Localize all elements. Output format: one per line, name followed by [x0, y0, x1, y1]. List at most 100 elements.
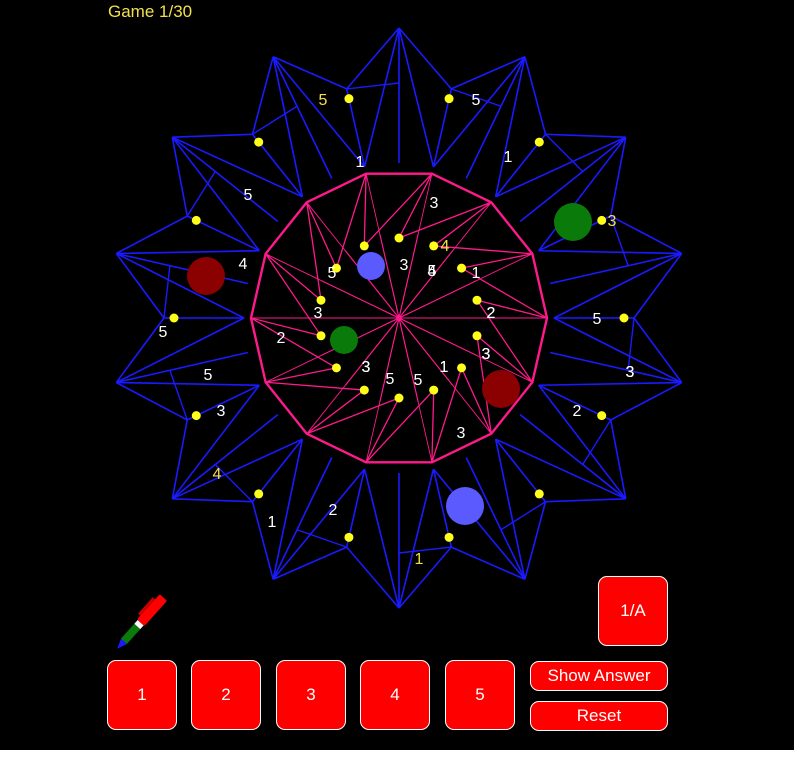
- node-dot[interactable]: [316, 295, 326, 305]
- node-dot[interactable]: [394, 393, 404, 403]
- board-label: 1: [472, 265, 481, 282]
- outer-line: [553, 317, 683, 384]
- game-counter: Game 1/30: [108, 2, 193, 21]
- node-dot[interactable]: [457, 263, 467, 273]
- node-dot[interactable]: [619, 313, 629, 323]
- board-label: 2: [329, 502, 338, 519]
- node-dot[interactable]: [254, 137, 264, 147]
- number-button-4[interactable]: 4: [360, 660, 430, 730]
- outer-line: [171, 137, 189, 217]
- outer-line: [116, 249, 260, 255]
- reset-button[interactable]: Reset: [530, 701, 668, 731]
- outer-line: [115, 317, 245, 384]
- outer-line: [545, 498, 626, 503]
- node-dot[interactable]: [457, 363, 467, 373]
- spoke-line: [398, 317, 433, 463]
- node-dot[interactable]: [472, 331, 482, 341]
- green-piece-inner[interactable]: [330, 326, 358, 354]
- outer-line: [582, 419, 612, 465]
- blue-piece-inner[interactable]: [357, 252, 385, 280]
- outer-line: [495, 438, 627, 500]
- node-dot[interactable]: [597, 411, 607, 421]
- outer-line: [450, 55, 526, 90]
- node-dot[interactable]: [344, 94, 354, 104]
- board-label: 1: [504, 149, 513, 166]
- outer-line: [524, 56, 547, 135]
- node-dot[interactable]: [254, 489, 264, 499]
- outer-line: [609, 419, 627, 499]
- board-label-yellow: 1: [415, 551, 424, 568]
- number-button-2[interactable]: 2: [191, 660, 261, 730]
- board-label: 1: [268, 514, 277, 531]
- outer-line: [553, 252, 683, 319]
- spoke-line: [365, 317, 400, 463]
- board-label: 2: [277, 330, 286, 347]
- inner-line: [365, 397, 400, 463]
- node-dot[interactable]: [472, 295, 482, 305]
- inner-line: [363, 173, 367, 246]
- board-label-yellow: 5: [319, 92, 328, 109]
- blue-piece-lower[interactable]: [446, 487, 484, 525]
- board-label: 3: [400, 257, 409, 274]
- outer-line: [115, 252, 245, 319]
- green-piece-upper-right[interactable]: [554, 203, 592, 241]
- board-label-yellow: 4: [213, 466, 222, 483]
- node-dot[interactable]: [444, 532, 454, 542]
- outer-line: [163, 265, 171, 319]
- number-button-5[interactable]: 5: [445, 660, 515, 730]
- node-dot[interactable]: [359, 385, 369, 395]
- node-dot[interactable]: [191, 215, 201, 225]
- node-dot[interactable]: [191, 411, 201, 421]
- spoke-line: [398, 253, 533, 319]
- outer-line: [272, 546, 348, 581]
- board-label: 2: [573, 403, 582, 420]
- outer-line: [538, 381, 682, 387]
- node-dot[interactable]: [534, 489, 544, 499]
- board-label-yellow: 3: [608, 213, 617, 230]
- inner-line: [431, 367, 463, 463]
- node-dot[interactable]: [429, 385, 439, 395]
- board-label: 5: [244, 187, 253, 204]
- show-answer-button[interactable]: Show Answer: [530, 661, 668, 691]
- red-piece-left[interactable]: [187, 257, 225, 295]
- node-dot[interactable]: [534, 137, 544, 147]
- board-label: 5: [159, 324, 168, 341]
- node-dot[interactable]: [597, 215, 607, 225]
- mode-toggle-button[interactable]: 1/A: [598, 576, 668, 646]
- node-dot[interactable]: [344, 532, 354, 542]
- outer-line: [172, 498, 253, 503]
- board-label: 5: [386, 371, 395, 388]
- node-dot[interactable]: [331, 363, 341, 373]
- board-label: 3: [457, 425, 466, 442]
- outer-line: [172, 133, 253, 138]
- outer-line: [115, 215, 188, 255]
- number-button-3[interactable]: 3: [276, 660, 346, 730]
- board-label: 5: [204, 367, 213, 384]
- node-dot[interactable]: [316, 331, 326, 341]
- board-label: 1: [356, 154, 365, 171]
- outer-line: [609, 137, 627, 217]
- number-button-1[interactable]: 1: [107, 660, 177, 730]
- outer-line: [610, 381, 683, 421]
- board-label-yellow: 4: [441, 238, 450, 255]
- node-dot[interactable]: [429, 241, 439, 251]
- inner-line: [265, 253, 322, 301]
- inner-line: [431, 390, 435, 463]
- spoke-line: [365, 173, 400, 319]
- red-piece-right[interactable]: [482, 370, 520, 408]
- spoke-line: [398, 173, 433, 319]
- outer-line: [296, 529, 347, 548]
- board-label: 5: [414, 372, 423, 389]
- node-dot[interactable]: [169, 313, 179, 323]
- outer-line: [171, 136, 303, 198]
- inner-line: [306, 389, 365, 435]
- outer-line: [171, 414, 279, 500]
- board-label: 5: [428, 263, 437, 280]
- outer-line: [538, 384, 627, 500]
- board-label: 3: [482, 346, 491, 363]
- pen-icon[interactable]: [108, 585, 180, 653]
- node-dot[interactable]: [394, 233, 404, 243]
- node-dot[interactable]: [444, 94, 454, 104]
- outer-line: [186, 171, 216, 217]
- node-dot[interactable]: [359, 241, 369, 251]
